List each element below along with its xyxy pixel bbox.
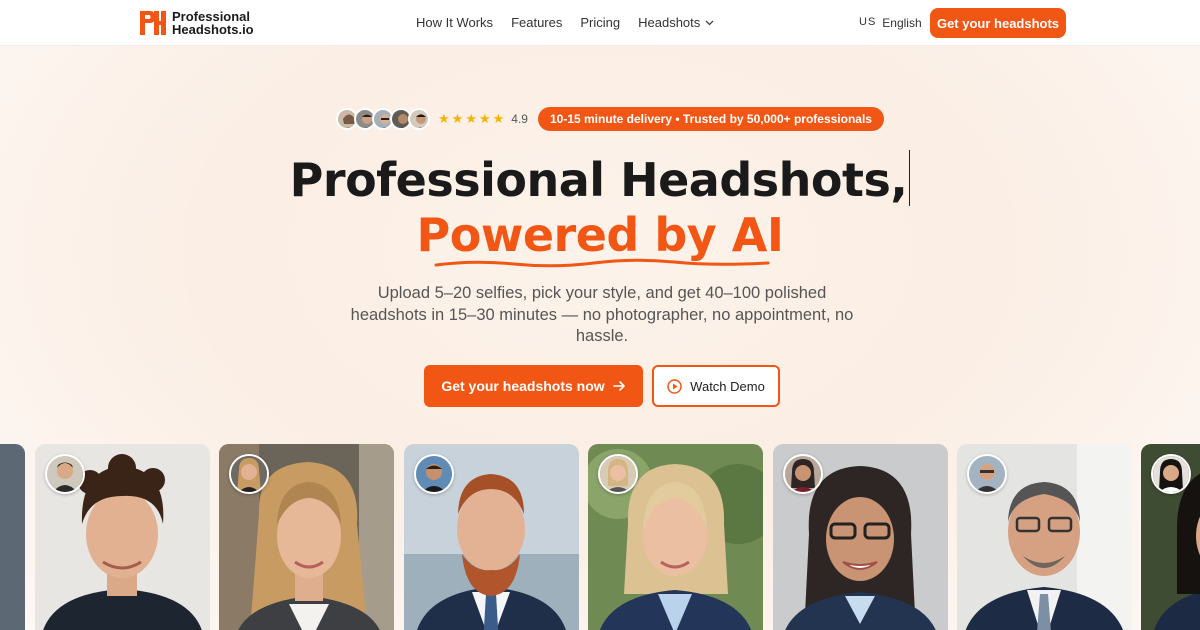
- nav-how-it-works[interactable]: How It Works: [416, 15, 493, 30]
- headshot-card[interactable]: [588, 444, 763, 630]
- trust-badge: 10-15 minute delivery • Trusted by 50,00…: [537, 107, 884, 131]
- headshot-card[interactable]: [35, 444, 210, 630]
- selfie-thumbnail: [229, 454, 269, 494]
- watch-demo-button[interactable]: Watch Demo: [652, 365, 780, 407]
- hero-subtitle: Upload 5–20 selfies, pick your style, an…: [350, 284, 854, 345]
- flag-us-icon: US: [859, 16, 877, 28]
- hero-headline-text: Professional Headshots,: [289, 153, 908, 207]
- headshot-gallery: [0, 444, 1200, 630]
- selfie-thumbnail: [1151, 454, 1191, 494]
- headshot-card[interactable]: [404, 444, 579, 630]
- main-nav: How It Works Features Pricing Headshots: [416, 15, 732, 30]
- nav-pricing[interactable]: Pricing: [580, 15, 620, 30]
- header-cta-button[interactable]: Get your headshots: [930, 8, 1066, 38]
- headshot-card[interactable]: [219, 444, 394, 630]
- logo-mark-icon: [140, 11, 166, 35]
- selfie-thumbnail: [598, 454, 638, 494]
- nav-features[interactable]: Features: [511, 15, 562, 30]
- language-label: English: [882, 16, 922, 30]
- selfie-thumbnail: [45, 454, 85, 494]
- headshot-card[interactable]: [1141, 444, 1200, 630]
- headline-underline-decoration: [434, 258, 770, 268]
- site-header: Professional Headshots.io How It Works F…: [0, 0, 1200, 46]
- selfie-thumbnail: [783, 454, 823, 494]
- selfie-thumbnail: [414, 454, 454, 494]
- headshot-card[interactable]: [773, 444, 948, 630]
- headshot-card[interactable]: [0, 444, 25, 630]
- star-icon: ★: [465, 111, 479, 126]
- rating-value: 4.9: [511, 112, 528, 126]
- selfie-thumbnail: [967, 454, 1007, 494]
- logo-text: Professional Headshots.io: [172, 10, 254, 36]
- rating-stars: ★★★★★: [438, 111, 506, 127]
- star-icon: ★: [492, 111, 507, 126]
- text-caret: [909, 150, 911, 206]
- get-headshots-now-label: Get your headshots now: [441, 378, 605, 394]
- nav-headshots-dropdown[interactable]: Headshots: [638, 15, 714, 30]
- language-selector[interactable]: US English: [859, 16, 922, 30]
- get-headshots-now-button[interactable]: Get your headshots now: [424, 365, 643, 407]
- star-icon: ★: [438, 111, 452, 126]
- hero-headline: Professional Headshots,: [0, 150, 1200, 207]
- star-icon: ★: [451, 111, 466, 126]
- chevron-down-icon: [705, 20, 714, 25]
- customer-avatars: [336, 108, 430, 130]
- trust-row: ★★★★★ 4.9 10-15 minute delivery • Truste…: [336, 107, 884, 131]
- nav-headshots-label: Headshots: [638, 15, 701, 30]
- watch-demo-label: Watch Demo: [690, 378, 765, 394]
- play-circle-icon: [667, 378, 682, 394]
- hero-headline-accent: Powered by AI: [416, 208, 784, 262]
- headshot-card[interactable]: [957, 444, 1132, 630]
- star-icon: ★: [478, 111, 493, 126]
- logo-line-2: Headshots.io: [172, 22, 254, 37]
- logo[interactable]: Professional Headshots.io: [138, 9, 254, 37]
- avatar: [408, 108, 430, 130]
- arrow-right-icon: [612, 381, 625, 391]
